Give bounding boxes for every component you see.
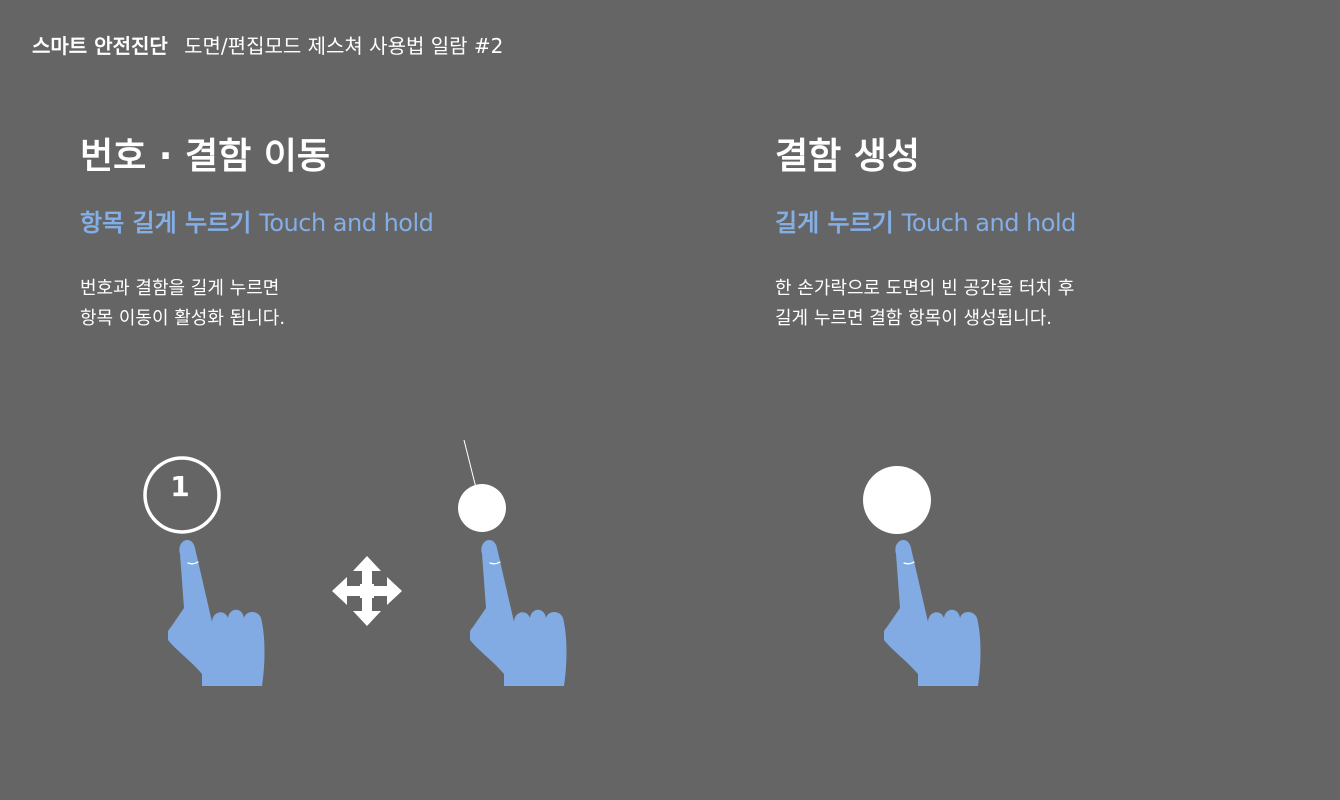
section-subtitle-create: 길게 누르기 Touch and hold — [775, 206, 1076, 240]
subtitle-english: Touch and hold — [259, 209, 434, 237]
hand-pointer-icon — [470, 539, 568, 687]
illustration-drag-item — [458, 439, 568, 687]
touch-dot-icon — [863, 466, 931, 534]
section-description-move: 번호과 결함을 길게 누르면 항목 이동이 활성화 됩니다. — [80, 274, 433, 334]
subtitle-korean: 항목 길게 누르기 — [80, 209, 252, 237]
illustration-marker-hold: 1 — [143, 456, 266, 687]
illustration-create-defect — [863, 466, 982, 687]
section-move-item: 번호 · 결함 이동 항목 길게 누르기 Touch and hold 번호과 결… — [80, 130, 434, 334]
description-line: 항목 이동이 활성화 됩니다. — [80, 308, 286, 329]
marker-number: 1 — [170, 470, 189, 503]
section-create-defect: 결함 생성 길게 누르기 Touch and hold 한 손가락으로 도면의 빈… — [775, 130, 1076, 334]
header-subtitle: 도면/편집모드 제스쳐 사용법 일람 #2 — [184, 34, 504, 58]
section-title-create: 결함 생성 — [775, 136, 921, 177]
hand-pointer-icon — [168, 539, 266, 687]
move-arrows-icon — [332, 556, 402, 626]
section-title-move: 번호 · 결함 이동 — [80, 136, 330, 177]
section-subtitle-move: 항목 길게 누르기 Touch and hold — [80, 206, 434, 240]
description-line: 번호과 결함을 길게 누르면 — [80, 278, 280, 299]
subtitle-english: Touch and hold — [901, 209, 1077, 237]
description-line: 한 손가락으로 도면의 빈 공간을 터치 후 — [775, 278, 1075, 299]
hand-pointer-icon — [884, 539, 982, 687]
header-brand: 스마트 안전진단 — [32, 34, 168, 58]
page-header: 스마트 안전진단 도면/편집모드 제스쳐 사용법 일람 #2 — [32, 32, 503, 60]
subtitle-korean: 길게 누르기 — [775, 209, 894, 237]
description-line: 길게 누르면 결함 항목이 생성됩니다. — [775, 308, 1053, 329]
section-description-create: 한 손가락으로 도면의 빈 공간을 터치 후 길게 누르면 결함 항목이 생성됩… — [775, 274, 1076, 334]
touch-dot-icon — [458, 484, 506, 532]
